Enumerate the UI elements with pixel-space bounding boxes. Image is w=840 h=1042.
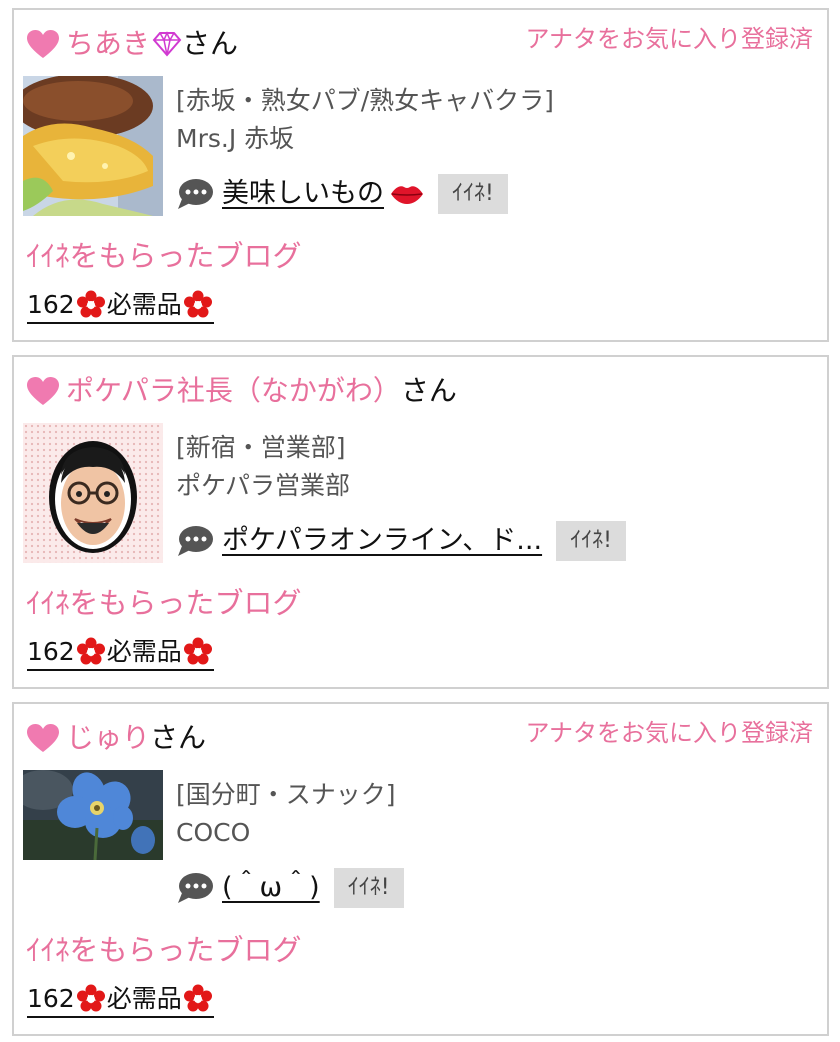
- shop-info: [国分町・スナック] COCO: [176, 778, 396, 850]
- flower-icon: [183, 290, 212, 318]
- favorite-status: アナタをお気に入り登録済: [525, 719, 813, 747]
- flower-icon: [183, 637, 212, 665]
- man-portrait: [23, 423, 163, 563]
- user-name[interactable]: ポケパラ社長（なかがわ）: [66, 371, 401, 411]
- blog-number: 162: [27, 637, 75, 666]
- user-name[interactable]: ちあき: [66, 24, 150, 64]
- honorific: さん: [400, 374, 457, 407]
- blue-flower-photo: [23, 770, 163, 860]
- favorite-status: アナタをお気に入り登録済: [525, 25, 813, 53]
- card-header: ポケパラ社長（なかがわ） さん: [26, 371, 457, 411]
- shop-info: [赤坂・熟女パブ/熟女キャバクラ] Mrs.J 赤坂: [176, 84, 554, 156]
- flower-icon: [183, 984, 212, 1012]
- speech-bubble-icon: [178, 526, 213, 556]
- blog-title: 必需品: [106, 984, 182, 1013]
- liked-blog-link[interactable]: 162 必需品: [27, 982, 214, 1018]
- gem-icon: [152, 31, 182, 57]
- flower-icon: [76, 290, 105, 318]
- shop-name[interactable]: ポケパラ営業部: [176, 469, 350, 503]
- speech-bubble-icon: [178, 179, 213, 209]
- shop-category: [新宿・営業部]: [176, 433, 346, 462]
- comment-row: 美味しいもの ｲｲﾈ!: [176, 172, 508, 216]
- blog-number: 162: [27, 290, 75, 319]
- member-card: ポケパラ社長（なかがわ） さん [新宿・営業部] ポケパラ営業部 ポケパラオンラ…: [12, 355, 829, 689]
- liked-blog-link[interactable]: 162 必需品: [27, 288, 214, 324]
- member-card: じゅり さん アナタをお気に入り登録済 [国分町・スナック] COCO (＾ω＾…: [12, 702, 829, 1036]
- shop-name[interactable]: Mrs.J 赤坂: [176, 122, 554, 156]
- section-title: ｲｲﾈをもらったブログ: [26, 586, 302, 620]
- burger-photo: [23, 76, 163, 216]
- heart-icon: [27, 377, 59, 405]
- flower-icon: [76, 984, 105, 1012]
- heart-icon: [27, 724, 59, 752]
- flower-icon: [76, 637, 105, 665]
- thumbnail-man[interactable]: [23, 423, 163, 563]
- comment-row: (＾ω＾) ｲｲﾈ!: [176, 866, 404, 910]
- shop-info: [新宿・営業部] ポケパラ営業部: [176, 431, 350, 503]
- blog-post-link[interactable]: (＾ω＾): [222, 868, 320, 908]
- blog-post-title: 美味しいもの: [222, 178, 384, 209]
- blog-title: 必需品: [106, 290, 182, 319]
- shop-category: [赤坂・熟女パブ/熟女キャバクラ]: [176, 86, 554, 115]
- shop-category: [国分町・スナック]: [176, 780, 396, 809]
- card-header: じゅり さん: [26, 718, 206, 758]
- thumbnail-burger[interactable]: [23, 76, 163, 216]
- speech-bubble-icon: [178, 873, 213, 903]
- like-button[interactable]: ｲｲﾈ!: [438, 174, 508, 214]
- blog-post-link[interactable]: ポケパラオンライン、ド...: [222, 521, 542, 561]
- section-title: ｲｲﾈをもらったブログ: [26, 933, 302, 967]
- heart-icon: [27, 30, 59, 58]
- shop-name[interactable]: COCO: [176, 816, 396, 850]
- blog-number: 162: [27, 984, 75, 1013]
- section-title: ｲｲﾈをもらったブログ: [26, 239, 302, 273]
- blog-post-link[interactable]: 美味しいもの: [222, 174, 424, 214]
- like-button[interactable]: ｲｲﾈ!: [333, 868, 404, 908]
- member-card: ちあき さん アナタをお気に入り登録済 [赤坂・熟女パブ/熟女キャバクラ] Mr…: [12, 8, 829, 342]
- like-button[interactable]: ｲｲﾈ!: [556, 521, 626, 561]
- liked-blog-link[interactable]: 162 必需品: [27, 635, 214, 671]
- lips-icon: [391, 186, 423, 204]
- card-header: ちあき さん: [26, 24, 238, 64]
- user-name[interactable]: じゅり: [66, 718, 150, 758]
- honorific: さん: [182, 27, 239, 60]
- blog-title: 必需品: [106, 637, 182, 666]
- comment-row: ポケパラオンライン、ド... ｲｲﾈ!: [176, 519, 626, 563]
- honorific: さん: [150, 721, 207, 754]
- thumbnail-flower[interactable]: [23, 770, 163, 860]
